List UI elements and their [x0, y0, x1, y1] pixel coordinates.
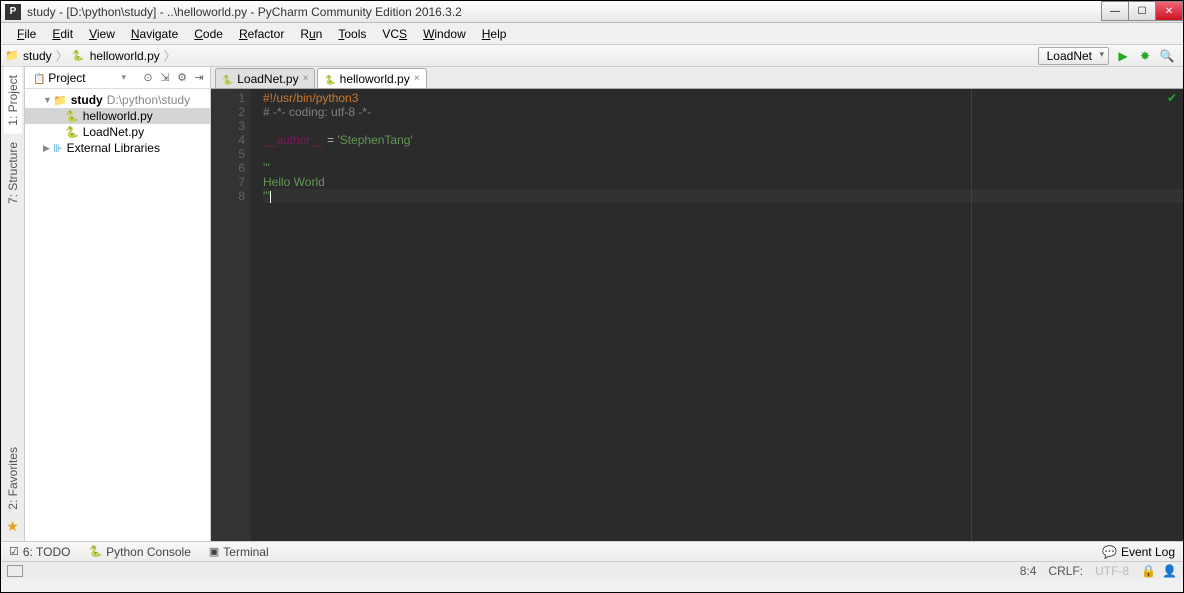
- readonly-lock-icon[interactable]: 🔒: [1141, 564, 1156, 578]
- project-tree: ▼📁 study D:\python\study 🐍helloworld.py …: [25, 89, 210, 159]
- breadcrumb-sep: 〉: [164, 47, 176, 64]
- search-icon[interactable]: 🔍: [1159, 48, 1175, 64]
- breadcrumb-sep: 〉: [56, 47, 68, 64]
- run-icon[interactable]: ▶: [1115, 48, 1131, 64]
- close-button[interactable]: ✕: [1155, 1, 1183, 21]
- tab-helloworld[interactable]: helloworld.py ×: [317, 68, 426, 88]
- navigation-bar: study 〉 helloworld.py 〉 LoadNet ▶ ✸ 🔍: [1, 45, 1183, 67]
- menu-refactor[interactable]: Refactor: [231, 25, 292, 43]
- right-margin-guide: [971, 89, 972, 541]
- toolwindow-toggle-icon[interactable]: [7, 565, 23, 577]
- minimize-button[interactable]: —: [1101, 1, 1129, 21]
- inspection-ok-icon[interactable]: ✔: [1167, 91, 1177, 105]
- tab-close-icon[interactable]: ×: [303, 73, 309, 84]
- code-editor[interactable]: 12345678 #!/usr/bin/python3 # -*- coding…: [211, 89, 1183, 541]
- panel-title[interactable]: Project: [29, 71, 121, 85]
- event-log[interactable]: 💬Event Log: [1102, 545, 1175, 559]
- caret-position[interactable]: 8:4: [1020, 564, 1037, 578]
- menu-vcs[interactable]: VCS: [374, 25, 415, 43]
- tool-terminal[interactable]: ▣Terminal: [209, 545, 269, 559]
- editor-tabs: LoadNet.py × helloworld.py ×: [211, 67, 1183, 89]
- app-icon: P: [5, 4, 21, 20]
- settings-icon[interactable]: ⚙: [175, 71, 189, 85]
- file-encoding[interactable]: UTF-8: [1095, 564, 1129, 578]
- menu-view[interactable]: View: [81, 25, 123, 43]
- menu-window[interactable]: Window: [415, 25, 474, 43]
- editor-area: LoadNet.py × helloworld.py × 12345678 #!…: [211, 67, 1183, 541]
- tool-todo[interactable]: ☑6: TODO: [9, 545, 70, 559]
- status-bar: 8:4 CRLF: UTF-8 🔒 👤: [1, 561, 1183, 579]
- panel-view-dropdown[interactable]: ▾: [121, 72, 126, 83]
- run-config-dropdown[interactable]: LoadNet: [1038, 47, 1109, 65]
- tab-loadnet[interactable]: LoadNet.py ×: [215, 68, 315, 88]
- window-title: study - [D:\python\study] - ..\helloworl…: [27, 5, 1102, 19]
- menu-code[interactable]: Code: [186, 25, 231, 43]
- sidebar-structure-tab[interactable]: 7: Structure: [4, 134, 22, 212]
- collapse-all-icon[interactable]: ⇲: [158, 71, 172, 85]
- sidebar-favorites-tab[interactable]: 2: Favorites: [4, 439, 22, 518]
- hide-icon[interactable]: ⇥: [192, 71, 206, 85]
- star-icon: ★: [6, 518, 19, 535]
- tree-external-libraries[interactable]: ▶⊪ External Libraries: [25, 140, 210, 156]
- python-icon: [222, 72, 233, 86]
- menu-edit[interactable]: Edit: [44, 25, 81, 43]
- hector-icon[interactable]: 👤: [1162, 564, 1177, 578]
- menu-help[interactable]: Help: [474, 25, 515, 43]
- line-separator[interactable]: CRLF:: [1048, 564, 1083, 578]
- sidebar-project-tab[interactable]: 1: Project: [4, 67, 22, 134]
- tool-python-console[interactable]: 🐍Python Console: [88, 545, 190, 559]
- project-panel-header: Project ▾ ⊙ ⇲ ⚙ ⇥: [25, 67, 210, 89]
- tree-file-helloworld[interactable]: 🐍helloworld.py: [25, 108, 210, 124]
- line-gutter: 12345678: [211, 89, 251, 541]
- menu-file[interactable]: File: [9, 25, 44, 43]
- debug-icon[interactable]: ✸: [1137, 48, 1153, 64]
- tab-close-icon[interactable]: ×: [414, 73, 420, 84]
- title-bar: P study - [D:\python\study] - ..\hellowo…: [1, 1, 1183, 23]
- python-icon: [324, 72, 335, 86]
- text-cursor: [270, 191, 271, 203]
- left-gutter: 1: Project 7: Structure 2: Favorites ★: [1, 67, 25, 541]
- code-content[interactable]: #!/usr/bin/python3 # -*- coding: utf-8 -…: [251, 89, 1183, 541]
- menu-tools[interactable]: Tools: [330, 25, 374, 43]
- project-panel: Project ▾ ⊙ ⇲ ⚙ ⇥ ▼📁 study D:\python\stu…: [25, 67, 211, 541]
- maximize-button[interactable]: ☐: [1128, 1, 1156, 21]
- menu-bar: File Edit View Navigate Code Refactor Ru…: [1, 23, 1183, 45]
- tree-root[interactable]: ▼📁 study D:\python\study: [25, 92, 210, 108]
- tree-file-loadnet[interactable]: 🐍LoadNet.py: [25, 124, 210, 140]
- menu-run[interactable]: Run: [292, 25, 330, 43]
- breadcrumb-file[interactable]: helloworld.py: [90, 49, 160, 63]
- menu-navigate[interactable]: Navigate: [123, 25, 186, 43]
- folder-icon: [5, 48, 21, 64]
- python-icon: [72, 48, 88, 64]
- breadcrumb-root[interactable]: study: [23, 49, 52, 63]
- tool-window-bar: ☑6: TODO 🐍Python Console ▣Terminal 💬Even…: [1, 541, 1183, 561]
- scroll-from-source-icon[interactable]: ⊙: [141, 71, 155, 85]
